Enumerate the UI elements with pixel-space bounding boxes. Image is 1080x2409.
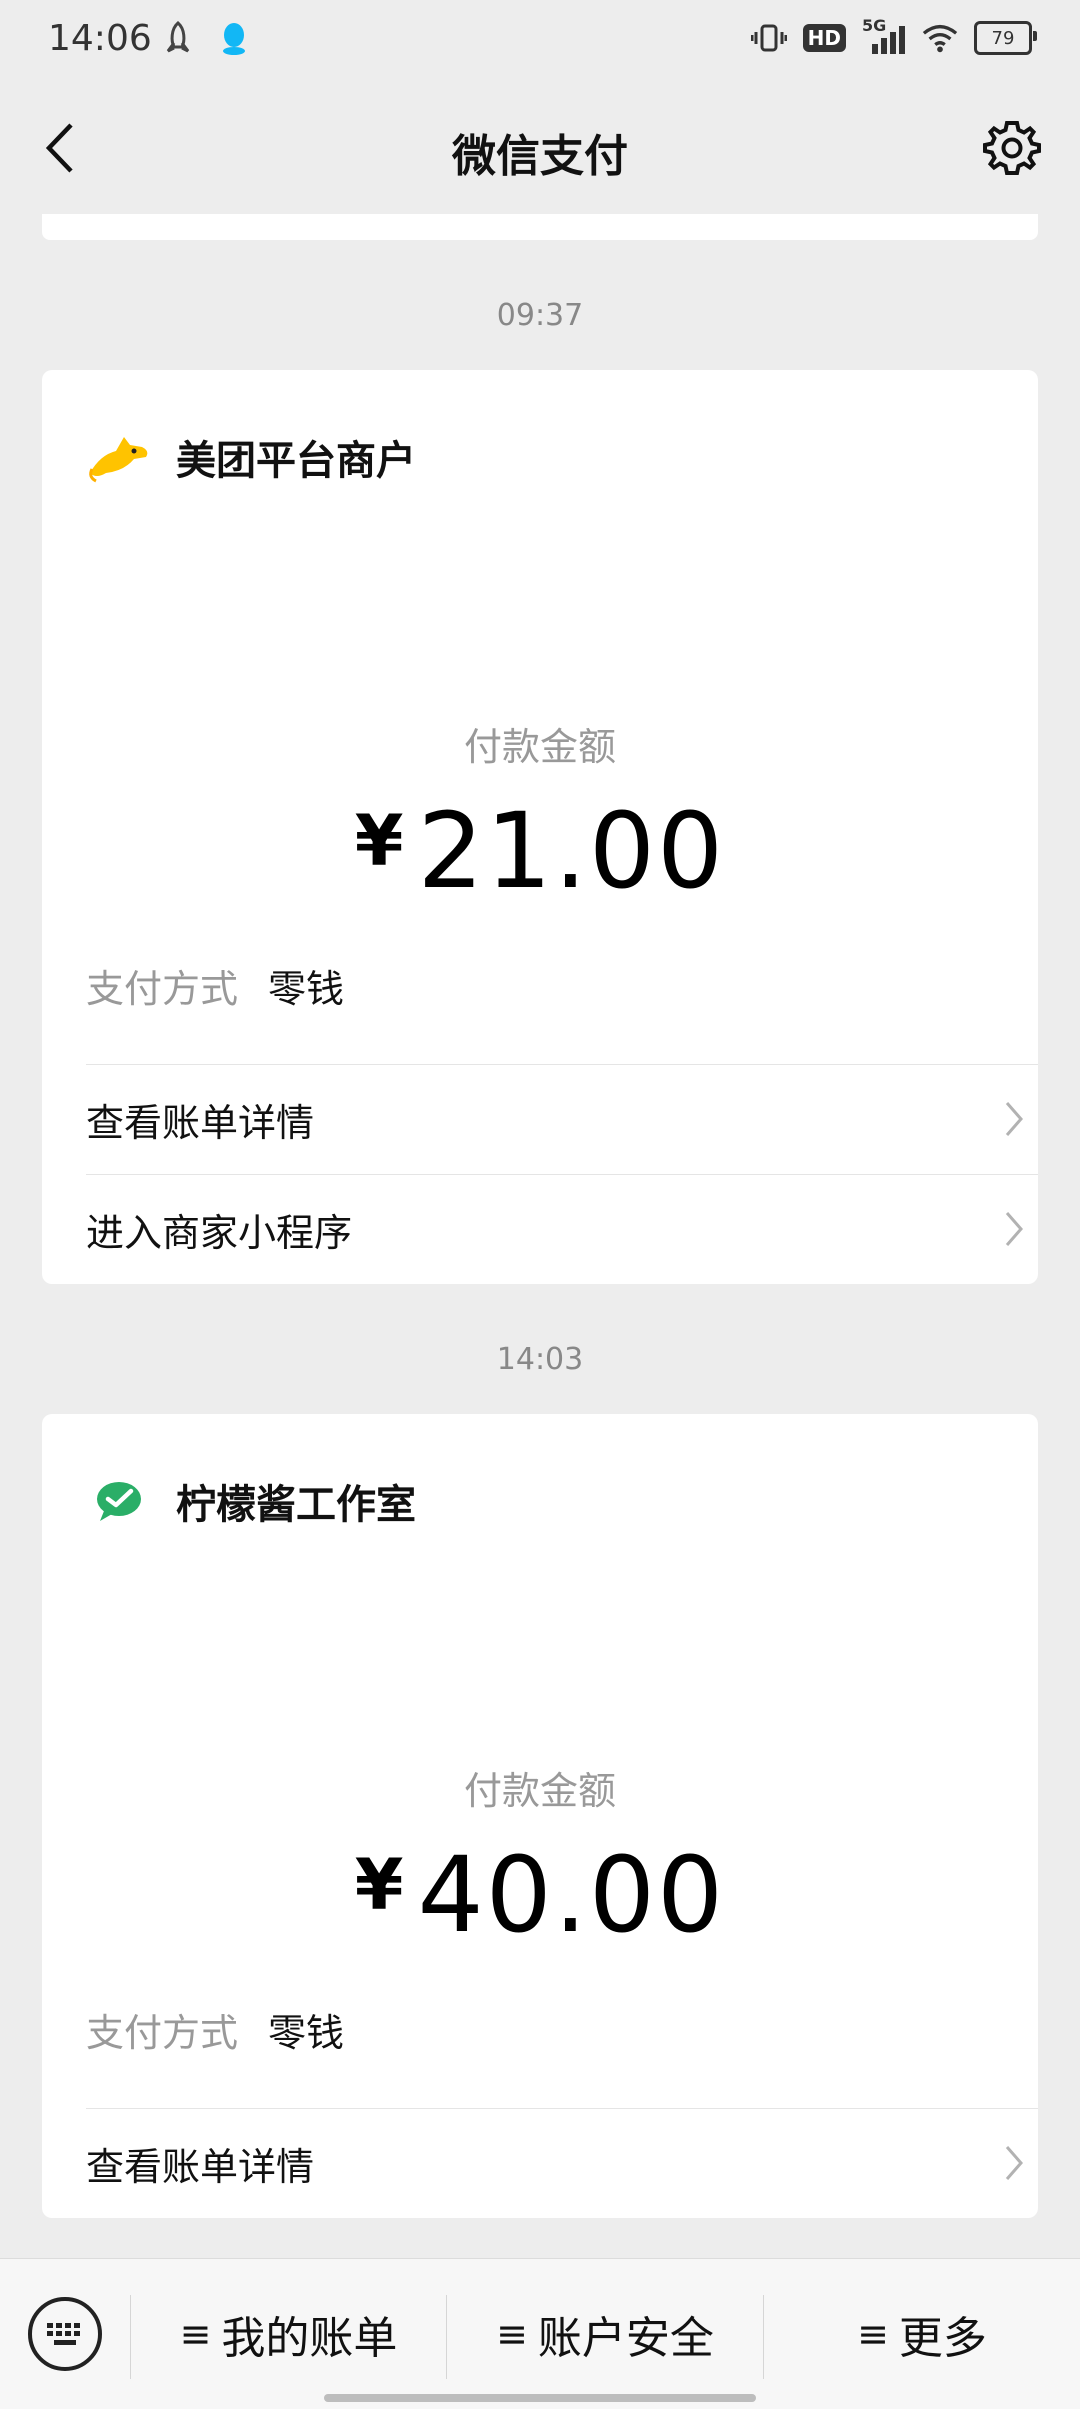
link-label: 进入商家小程序	[86, 1210, 353, 1255]
link-label: 查看账单详情	[86, 2144, 315, 2189]
payment-method-row: 支付方式 零钱	[86, 958, 344, 1013]
bottom-menu-bar: ≡ 我的账单 ≡ 账户安全 ≡ 更多	[0, 2258, 1080, 2409]
home-indicator[interactable]	[324, 2394, 756, 2402]
menu-icon: ≡	[496, 2312, 528, 2356]
network-label: 5G	[862, 16, 887, 35]
menu-icon: ≡	[179, 2312, 212, 2356]
chevron-right-icon	[994, 2143, 1034, 2183]
hd-badge: HD	[802, 24, 846, 52]
rocket-icon	[160, 20, 196, 56]
previous-card-stub	[42, 214, 1038, 240]
merchant-name: 美团平台商户	[176, 438, 416, 484]
timestamp: 09:37	[496, 298, 584, 333]
gear-icon	[983, 121, 1041, 175]
wechat-pay-logo-icon	[97, 1482, 141, 1521]
keyboard-icon	[47, 2323, 80, 2345]
payment-method-value: 零钱	[268, 2011, 345, 2055]
payment-method-value: 零钱	[268, 967, 345, 1011]
amount-label: 付款金额	[463, 1769, 616, 1813]
currency-symbol: ¥	[354, 1844, 404, 1926]
currency-symbol: ¥	[354, 800, 404, 882]
payment-card: 美团平台商户 付款金额 ¥21.00 支付方式 零钱 查看账单详情 进入商家小程序	[42, 370, 1038, 1284]
battery-level: 79	[991, 27, 1015, 49]
amount: ¥40.00	[42, 1834, 1038, 1956]
page-title: 微信支付	[452, 131, 628, 182]
status-bar: 14:06 HD 5G 79	[0, 0, 1080, 84]
menu-label: 更多	[898, 2313, 987, 2364]
battery-icon: 79	[974, 21, 1037, 55]
header: 微信支付	[0, 84, 1080, 214]
settings-button[interactable]	[980, 116, 1044, 180]
chevron-right-icon	[994, 1209, 1034, 1249]
view-bill-details-link[interactable]: 查看账单详情	[86, 1064, 1038, 1173]
payment-card: 柠檬酱工作室 付款金额 ¥40.00 支付方式 零钱 查看账单详情	[42, 1414, 1038, 2218]
view-bill-details-link[interactable]: 查看账单详情	[86, 2108, 1038, 2217]
amount-value: 21.00	[417, 790, 726, 912]
payment-method-label: 支付方式	[86, 967, 239, 1011]
wifi-icon	[922, 20, 958, 56]
link-label: 查看账单详情	[86, 1100, 315, 1145]
merchant-header[interactable]: 美团平台商户	[86, 428, 416, 486]
status-time: 14:06	[48, 18, 152, 59]
amount-label: 付款金额	[463, 725, 616, 769]
amount-value: 40.00	[417, 1834, 726, 1956]
merchant-header[interactable]: 柠檬酱工作室	[86, 1472, 416, 1530]
signal-icon: 5G	[862, 16, 906, 56]
menu-icon: ≡	[857, 2312, 889, 2356]
menu-label: 我的账单	[221, 2313, 398, 2364]
menu-my-bills[interactable]: ≡ 我的账单	[131, 2259, 446, 2409]
chevron-right-icon	[994, 1099, 1034, 1139]
payment-method-row: 支付方式 零钱	[86, 2002, 344, 2057]
menu-label: 账户安全	[537, 2313, 714, 2364]
payment-method-label: 支付方式	[86, 2011, 239, 2055]
amount: ¥21.00	[42, 790, 1038, 912]
vibrate-icon	[750, 20, 787, 56]
qq-icon	[216, 20, 252, 56]
merchant-name: 柠檬酱工作室	[176, 1482, 416, 1528]
meituan-logo-icon	[89, 437, 148, 483]
menu-more[interactable]: ≡ 更多	[764, 2259, 1080, 2409]
timestamp: 14:03	[496, 1342, 584, 1377]
enter-mini-program-link[interactable]: 进入商家小程序	[86, 1174, 1038, 1283]
menu-account-security[interactable]: ≡ 账户安全	[447, 2259, 763, 2409]
keyboard-toggle-button[interactable]	[28, 2297, 102, 2371]
